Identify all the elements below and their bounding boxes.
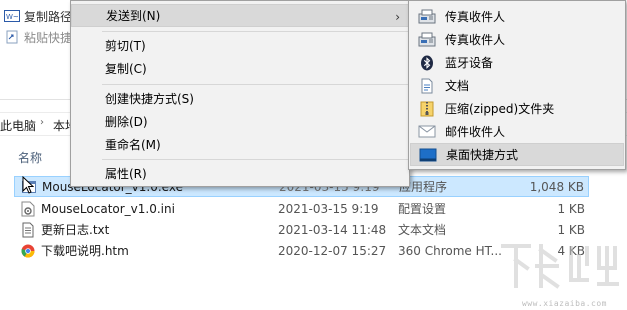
paste-shortcut-label: 粘贴快捷 (24, 30, 73, 45)
zip-folder-icon (418, 101, 436, 117)
breadcrumb-this-pc[interactable]: 此电脑 (0, 117, 36, 134)
menu-delete-label: 删除(D) (105, 115, 148, 129)
documents-icon (418, 78, 436, 94)
file-type: 配置设置 (398, 202, 447, 216)
file-type: 360 Chrome HT... (398, 243, 502, 258)
context-menu: 发送到(N) › 剪切(T) 复制(C) 创建快捷方式(S) 删除(D) 重命名… (70, 0, 410, 187)
submenu-arrow-icon: › (395, 10, 400, 24)
config-file-icon (20, 201, 36, 217)
menu-rename[interactable]: 重命名(M) (71, 133, 409, 156)
text-file-icon (20, 222, 36, 238)
menu-copy[interactable]: 复制(C) (71, 57, 409, 80)
menu-delete[interactable]: 删除(D) (71, 110, 409, 133)
paste-shortcut-button[interactable]: 粘贴快捷 (4, 27, 72, 47)
send-to-mail-recipient[interactable]: 邮件收件人 (410, 120, 624, 143)
send-to-fax-recipient[interactable]: 传真收件人 (410, 5, 624, 28)
breadcrumb-chevron-icon[interactable]: › (40, 117, 44, 128)
copy-path-icon: W~ (4, 9, 20, 23)
mail-icon (418, 124, 436, 140)
file-size: 1 KB (557, 201, 585, 216)
send-to-item-label: 传真收件人 (445, 33, 506, 47)
file-size: 1 KB (557, 222, 585, 237)
desktop-icon (419, 147, 437, 163)
send-to-item-label: 压缩(zipped)文件夹 (445, 102, 555, 116)
copy-path-label: 复制路径 (24, 9, 73, 24)
file-type: 文本文档 (398, 223, 447, 237)
menu-separator (102, 84, 408, 85)
mouse-cursor-icon (22, 176, 34, 194)
send-to-documents[interactable]: 文档 (410, 74, 624, 97)
send-to-bluetooth[interactable]: 蓝牙设备 (410, 51, 624, 74)
send-to-fax-recipient-2[interactable]: 传真收件人 (410, 28, 624, 51)
file-row-2[interactable]: 更新日志.txt 2021-03-14 11:48 文本文档 1 KB (14, 219, 589, 240)
file-size: 1,048 KB (529, 179, 584, 194)
menu-create-shortcut[interactable]: 创建快捷方式(S) (71, 87, 409, 110)
file-name: 更新日志.txt (41, 223, 110, 237)
file-date: 2020-12-07 15:27 (278, 243, 387, 258)
menu-copy-label: 复制(C) (105, 62, 147, 76)
file-date: 2021-03-15 9:19 (278, 201, 379, 216)
menu-create-shortcut-label: 创建快捷方式(S) (105, 92, 194, 106)
menu-cut-label: 剪切(T) (105, 39, 146, 53)
file-date: 2021-03-14 11:48 (278, 222, 387, 237)
paste-shortcut-icon (4, 30, 20, 44)
send-to-item-label: 桌面快捷方式 (446, 148, 519, 162)
send-to-item-label: 文档 (445, 79, 470, 93)
send-to-item-label: 蓝牙设备 (445, 56, 494, 70)
send-to-desktop-shortcut[interactable]: 桌面快捷方式 (410, 143, 624, 166)
file-name: MouseLocator_v1.0.ini (41, 201, 175, 216)
menu-properties[interactable]: 属性(R) (71, 162, 409, 185)
menu-cut[interactable]: 剪切(T) (71, 34, 409, 57)
send-to-submenu: 传真收件人 传真收件人 蓝牙设备 文档 压缩(zipped)文件夹 邮件收件人 (408, 0, 626, 170)
watermark-logo (501, 244, 619, 289)
menu-send-to[interactable]: 发送到(N) › (71, 4, 409, 27)
fax-icon (418, 9, 436, 25)
send-to-item-label: 传真收件人 (445, 10, 506, 24)
bluetooth-icon (418, 55, 436, 71)
send-to-zip-folder[interactable]: 压缩(zipped)文件夹 (410, 97, 624, 120)
file-name: 下载吧说明.htm (41, 244, 129, 258)
watermark-url: www.xiazaiba.com (521, 299, 607, 308)
menu-separator (102, 31, 408, 32)
chrome-html-icon (20, 243, 36, 259)
menu-rename-label: 重命名(M) (105, 138, 161, 152)
menu-properties-label: 属性(R) (105, 167, 147, 181)
svg-text:W~: W~ (6, 13, 19, 21)
file-row-1[interactable]: MouseLocator_v1.0.ini 2021-03-15 9:19 配置… (14, 198, 589, 219)
column-header-name[interactable]: 名称 (18, 149, 42, 166)
send-to-item-label: 邮件收件人 (445, 125, 506, 139)
menu-separator (102, 159, 408, 160)
fax-icon (418, 32, 436, 48)
menu-send-to-label: 发送到(N) (106, 9, 161, 23)
copy-path-button[interactable]: W~ 复制路径 (4, 6, 72, 26)
